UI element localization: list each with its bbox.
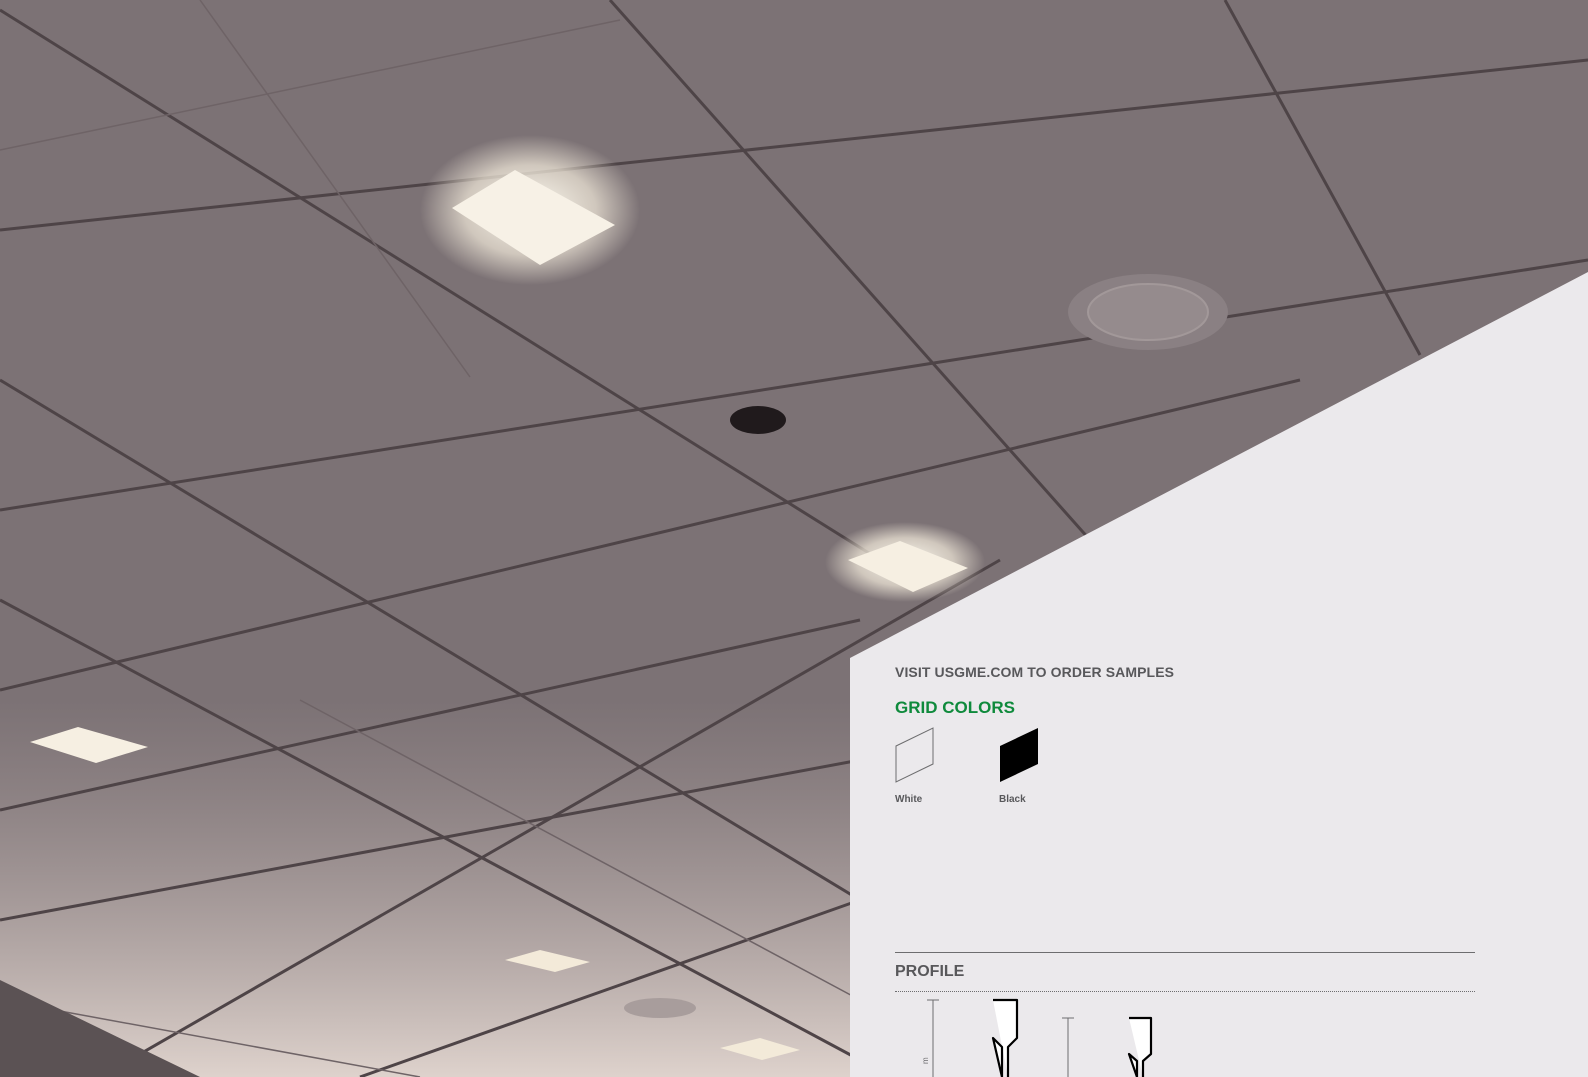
profile-dimension-label: m: [921, 1057, 930, 1064]
info-panel-background: [850, 272, 1588, 1077]
profile-divider: [895, 991, 1475, 992]
black-swatch: [1000, 728, 1038, 782]
brochure-page: VISIT USGME.COM TO ORDER SAMPLES GRID CO…: [0, 0, 1588, 1077]
grid-colors-title: GRID COLORS: [895, 698, 1015, 717]
black-swatch-label: Black: [999, 794, 1026, 805]
samples-cta: VISIT USGME.COM TO ORDER SAMPLES: [895, 664, 1175, 680]
section-divider: [895, 952, 1475, 953]
white-swatch: [895, 727, 934, 783]
white-swatch-label: White: [895, 794, 923, 805]
tee-profile-icon: [927, 998, 1153, 1077]
profile-title: PROFILE: [895, 963, 965, 980]
